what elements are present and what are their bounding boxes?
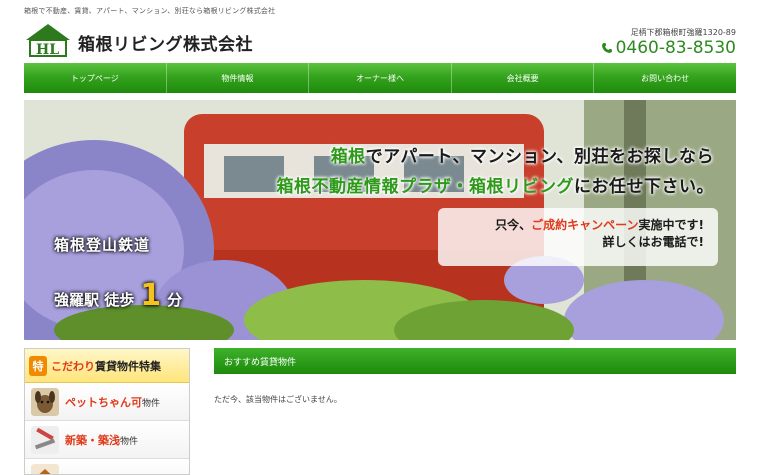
hero-banner: 箱根でアパート、マンション、別荘をお探しなら 箱根不動産情報プラザ・箱根リビング… xyxy=(24,100,736,340)
house-logo-icon[interactable]: HL xyxy=(24,22,72,58)
empty-message: ただ今、該当物件はございません。 xyxy=(214,395,342,404)
site-tagline: 箱根で不動産、賃貸、アパート、マンション、別荘なら箱根リビング株式会社 xyxy=(24,7,276,15)
campaign-box: 只今、ご成約キャンペーン実施中です! 詳しくはお電話で! xyxy=(438,208,718,266)
sidebar-item-label: ペットちゃん可物件 xyxy=(65,395,161,409)
phone-text: 0460-83-8530 xyxy=(615,38,736,58)
special-badge-icon: 特 xyxy=(29,355,47,376)
company-address: 足柄下郡箱根町強羅1320-89 xyxy=(630,28,736,37)
sidebar-item-pets[interactable]: ペットちゃん可物件 xyxy=(25,383,189,421)
nav-item-contact[interactable]: お問い合わせ xyxy=(594,63,736,93)
phone-icon xyxy=(601,43,612,53)
tools-icon xyxy=(31,425,59,454)
svg-text:HL: HL xyxy=(36,42,59,58)
campaign-line-1: 只今、ご成約キャンペーン実施中です! xyxy=(495,218,704,232)
sidebar-item-label: 新築・築浅物件 xyxy=(65,433,139,447)
hero-headline-2: 箱根不動産情報プラザ・箱根リビングにお任せ下さい。 xyxy=(276,177,714,197)
sidebar-title: こだわり賃貸物件特集 xyxy=(51,359,161,373)
house-icon xyxy=(31,463,59,474)
nav-item-company[interactable]: 会社概要 xyxy=(452,63,595,93)
station-railway: 箱根登山鉄道 xyxy=(54,236,151,254)
section-title: おすすめ賃貸物件 xyxy=(214,348,736,374)
phone-number[interactable]: 0460-83-8530 xyxy=(601,38,736,58)
feature-sidebar: 特 こだわり賃貸物件特集 ペットちゃん可物件 新築・築浅物件 xyxy=(24,348,190,475)
hero-headline-1: 箱根でアパート、マンション、別荘をお探しなら xyxy=(330,147,714,167)
sidebar-header: 特 こだわり賃貸物件特集 xyxy=(25,349,189,383)
dog-icon xyxy=(31,387,59,416)
station-access: 強羅駅 徒歩 1 分 xyxy=(54,278,183,313)
campaign-line-2: 詳しくはお電話で! xyxy=(602,235,704,249)
nav-item-owners[interactable]: オーナー様へ xyxy=(309,63,452,93)
sidebar-item-new[interactable]: 新築・築浅物件 xyxy=(25,421,189,459)
company-name[interactable]: 箱根リビング株式会社 xyxy=(78,30,253,55)
nav-item-properties[interactable]: 物件情報 xyxy=(167,63,310,93)
nav-item-top[interactable]: トップページ xyxy=(24,63,167,93)
main-nav: トップページ 物件情報 オーナー様へ 会社概要 お問い合わせ xyxy=(24,63,736,93)
sidebar-item-more[interactable] xyxy=(25,459,189,474)
